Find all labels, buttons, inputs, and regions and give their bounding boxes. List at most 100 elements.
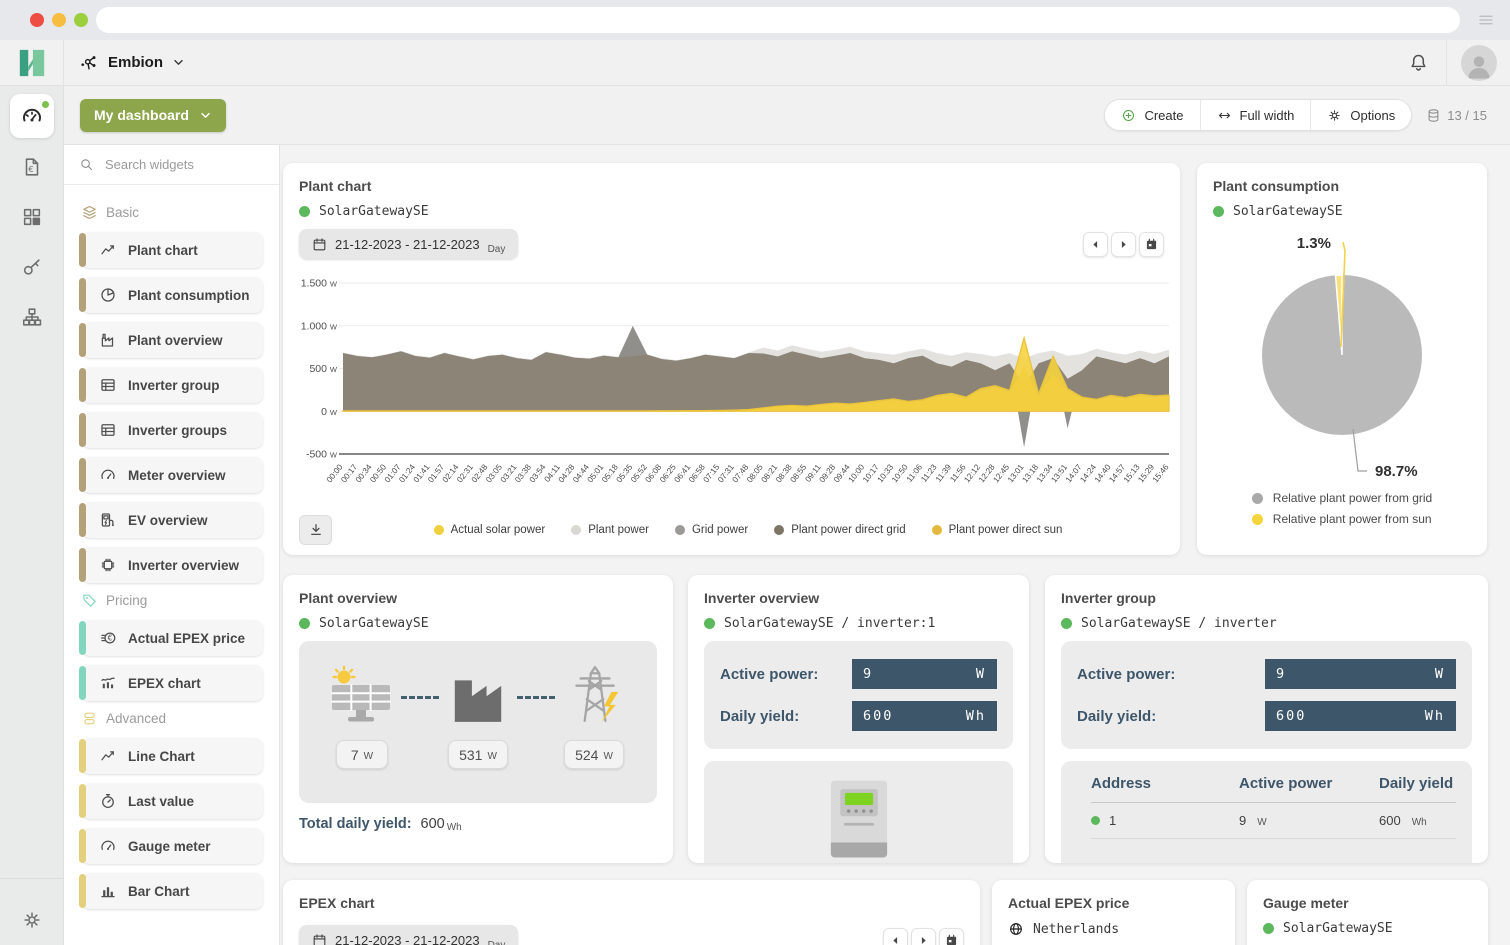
org-name: Embion [108, 54, 163, 71]
legend-item[interactable]: Plant power direct sun [932, 524, 1063, 536]
full-width-button[interactable]: Full width [1200, 100, 1311, 130]
sidebar-item-inverter-group[interactable]: Inverter group [82, 367, 263, 403]
flow-node-solar: 7W [323, 665, 401, 769]
legend-item[interactable]: Actual solar power [434, 524, 546, 536]
inverter-illustration-icon [829, 777, 889, 863]
rail-item-access-keys[interactable] [0, 242, 64, 292]
sidebar-item-ev-overview[interactable]: EV overview [82, 502, 263, 538]
legend-item[interactable]: Relative plant power from sun [1252, 512, 1432, 526]
legend-dot [774, 525, 784, 535]
window-close-button[interactable] [30, 13, 44, 27]
app-logo[interactable] [0, 40, 64, 85]
key-icon [21, 256, 43, 278]
dashboard-icon [20, 104, 44, 128]
sidebar-item-meter-overview[interactable]: Meter overview [82, 457, 263, 493]
sidebar-item-plant-chart[interactable]: Plant chart [82, 232, 263, 268]
table-row-active-power: 9W [1239, 803, 1379, 839]
widget-title: Plant overview [299, 590, 657, 606]
chevron-right-icon [917, 934, 930, 945]
sidebar-item-inverter-overview[interactable]: Inverter overview [82, 547, 263, 583]
device-row: SolarGatewaySE [299, 204, 1164, 219]
app-header: Embion [0, 40, 1510, 86]
svg-text:1.500 W: 1.500 W [301, 278, 338, 290]
sidebar-item-inverter-groups[interactable]: Inverter groups [82, 412, 263, 448]
doc-euro-icon: € [21, 156, 43, 178]
sidebar-item-bar-chart[interactable]: Bar Chart [82, 873, 263, 909]
prev-period-button[interactable] [1083, 232, 1108, 257]
legend-dot [571, 525, 581, 535]
sidebar-item-last-value[interactable]: Last value [82, 783, 263, 819]
download-icon [308, 522, 324, 538]
search-input[interactable] [103, 156, 264, 173]
prev-period-button[interactable] [883, 928, 908, 945]
widget-inverter-overview: Inverter overview SolarGatewaySE / inver… [688, 575, 1029, 863]
sidebar-item-line-chart[interactable]: Line Chart [82, 738, 263, 774]
item-accent [79, 874, 86, 908]
line-chart-icon [99, 747, 117, 765]
sidebar-item-plant-consumption[interactable]: Plant consumption [82, 277, 263, 313]
globe-icon [1008, 921, 1024, 937]
rail-item-widgets[interactable] [0, 192, 64, 242]
grid-tower-illustration-icon [561, 665, 627, 725]
url-bar[interactable] [96, 7, 1460, 33]
consumption-pie-chart: 1.3%98.7% [1213, 229, 1471, 483]
rail-item-settings[interactable] [0, 909, 64, 931]
sidebar-item-actual-epex-price[interactable]: € Actual EPEX price [82, 620, 263, 656]
org-selector[interactable]: Embion [64, 40, 185, 85]
legend-item[interactable]: Plant power direct grid [774, 524, 905, 536]
chart-legend: Actual solar power Plant power Grid powe… [332, 524, 1164, 536]
legend-item[interactable]: Plant power [571, 524, 649, 536]
calendar-icon [312, 237, 327, 252]
widget-gauge-meter: Gauge meter SolarGatewaySE [1247, 880, 1488, 945]
create-button[interactable]: Create [1105, 100, 1199, 130]
legend-item[interactable]: Relative plant power from grid [1252, 491, 1432, 505]
date-range-picker[interactable]: 21-12-2023 - 21-12-2023 Day [299, 229, 518, 259]
today-button[interactable] [939, 928, 964, 945]
device-status-dot [704, 618, 715, 629]
date-range-picker[interactable]: 21-12-2023 - 21-12-2023 Day [299, 925, 518, 945]
device-row: SolarGatewaySE / inverter:1 [704, 616, 1013, 631]
widget-title: Inverter group [1061, 590, 1472, 606]
table-icon [99, 376, 117, 394]
sidebar-section-header: Advanced [81, 710, 263, 727]
chip-icon [99, 556, 117, 574]
h-logo-icon [17, 48, 47, 78]
legend-item[interactable]: Grid power [675, 524, 748, 536]
metrics-panel: Active power: 9W Daily yield: 600Wh [1061, 641, 1472, 749]
notifications-button[interactable] [1390, 40, 1446, 85]
widget-sections: Basic Plant chart Plant consumption Plan… [64, 185, 279, 918]
menu-icon[interactable] [1476, 11, 1496, 29]
avatar [1461, 45, 1497, 81]
inverter-table: AddressActive powerDaily yield1 9W 600Wh [1091, 765, 1456, 839]
device-row: SolarGatewaySE [1213, 204, 1471, 219]
gear-icon [1327, 108, 1342, 123]
download-button[interactable] [299, 515, 332, 545]
rail-item-dashboard[interactable] [10, 94, 54, 138]
next-period-button[interactable] [1111, 232, 1136, 257]
user-menu[interactable] [1446, 40, 1510, 85]
rail-item-invoices[interactable]: € [0, 142, 64, 192]
gear-icon [21, 909, 43, 931]
dashboard-selector-button[interactable]: My dashboard [80, 99, 226, 132]
widget-plant-overview: Plant overview SolarGatewaySE 7W 531W 52… [283, 575, 673, 863]
window-minimize-button[interactable] [52, 13, 66, 27]
rail-item-hierarchy[interactable] [0, 292, 64, 342]
solar-panel-illustration-icon [329, 665, 395, 725]
sidebar-item-epex-chart[interactable]: EPEX chart [82, 665, 263, 701]
sitemap-icon [21, 306, 43, 328]
molecule-icon [79, 53, 99, 73]
person-icon [1464, 51, 1494, 81]
options-button[interactable]: Options [1310, 100, 1411, 130]
legend-dot [1252, 514, 1263, 525]
sidebar-item-plant-overview[interactable]: Plant overview [82, 322, 263, 358]
total-daily-yield: Total daily yield: 600Wh [299, 816, 657, 832]
stack-icon [81, 710, 98, 727]
sidebar-item-gauge-meter[interactable]: Gauge meter [82, 828, 263, 864]
today-button[interactable] [1139, 232, 1164, 257]
item-accent [79, 323, 86, 357]
svg-text:15:46: 15:46 [1151, 462, 1171, 484]
next-period-button[interactable] [911, 928, 936, 945]
window-zoom-button[interactable] [74, 13, 88, 27]
widget-sidebar: Basic Plant chart Plant consumption Plan… [64, 145, 280, 945]
svg-text:1.000 W: 1.000 W [301, 320, 338, 332]
